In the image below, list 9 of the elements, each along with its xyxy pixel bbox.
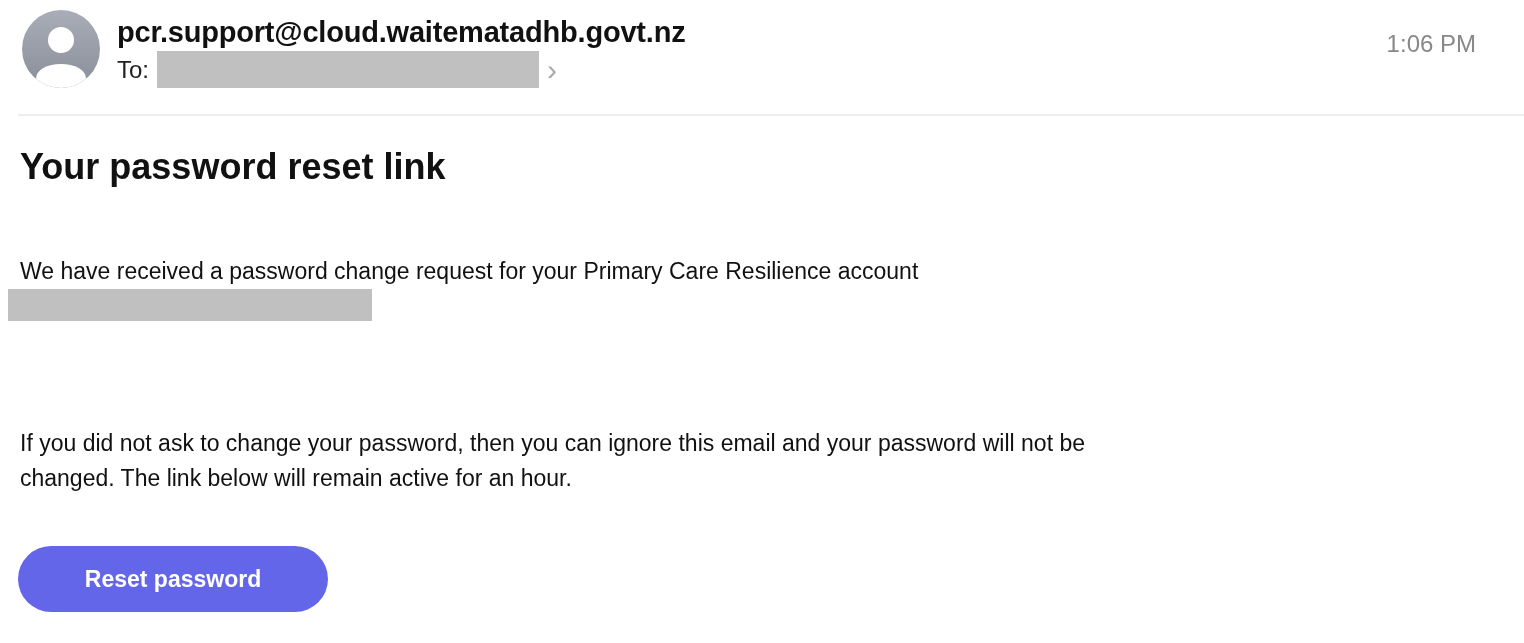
reset-password-button[interactable]: Reset password xyxy=(18,546,328,612)
sender-address: pcr.support@cloud.waitematadhb.govt.nz xyxy=(117,16,687,49)
avatar-icon xyxy=(22,10,100,88)
email-subject: Your password reset link xyxy=(20,146,447,188)
body-paragraph: We have received a password change request for your Primary Care Resilience account xyxy=(20,257,920,286)
to-label: To: xyxy=(117,55,149,84)
chevron-icon[interactable]: › xyxy=(547,54,557,85)
body-paragraph: If you did not ask to change your password, then you can ignore this email and your password will not be changed. The link below will remain active for an hour. xyxy=(20,429,1086,493)
timestamp: 1:06 PM xyxy=(1386,30,1476,58)
